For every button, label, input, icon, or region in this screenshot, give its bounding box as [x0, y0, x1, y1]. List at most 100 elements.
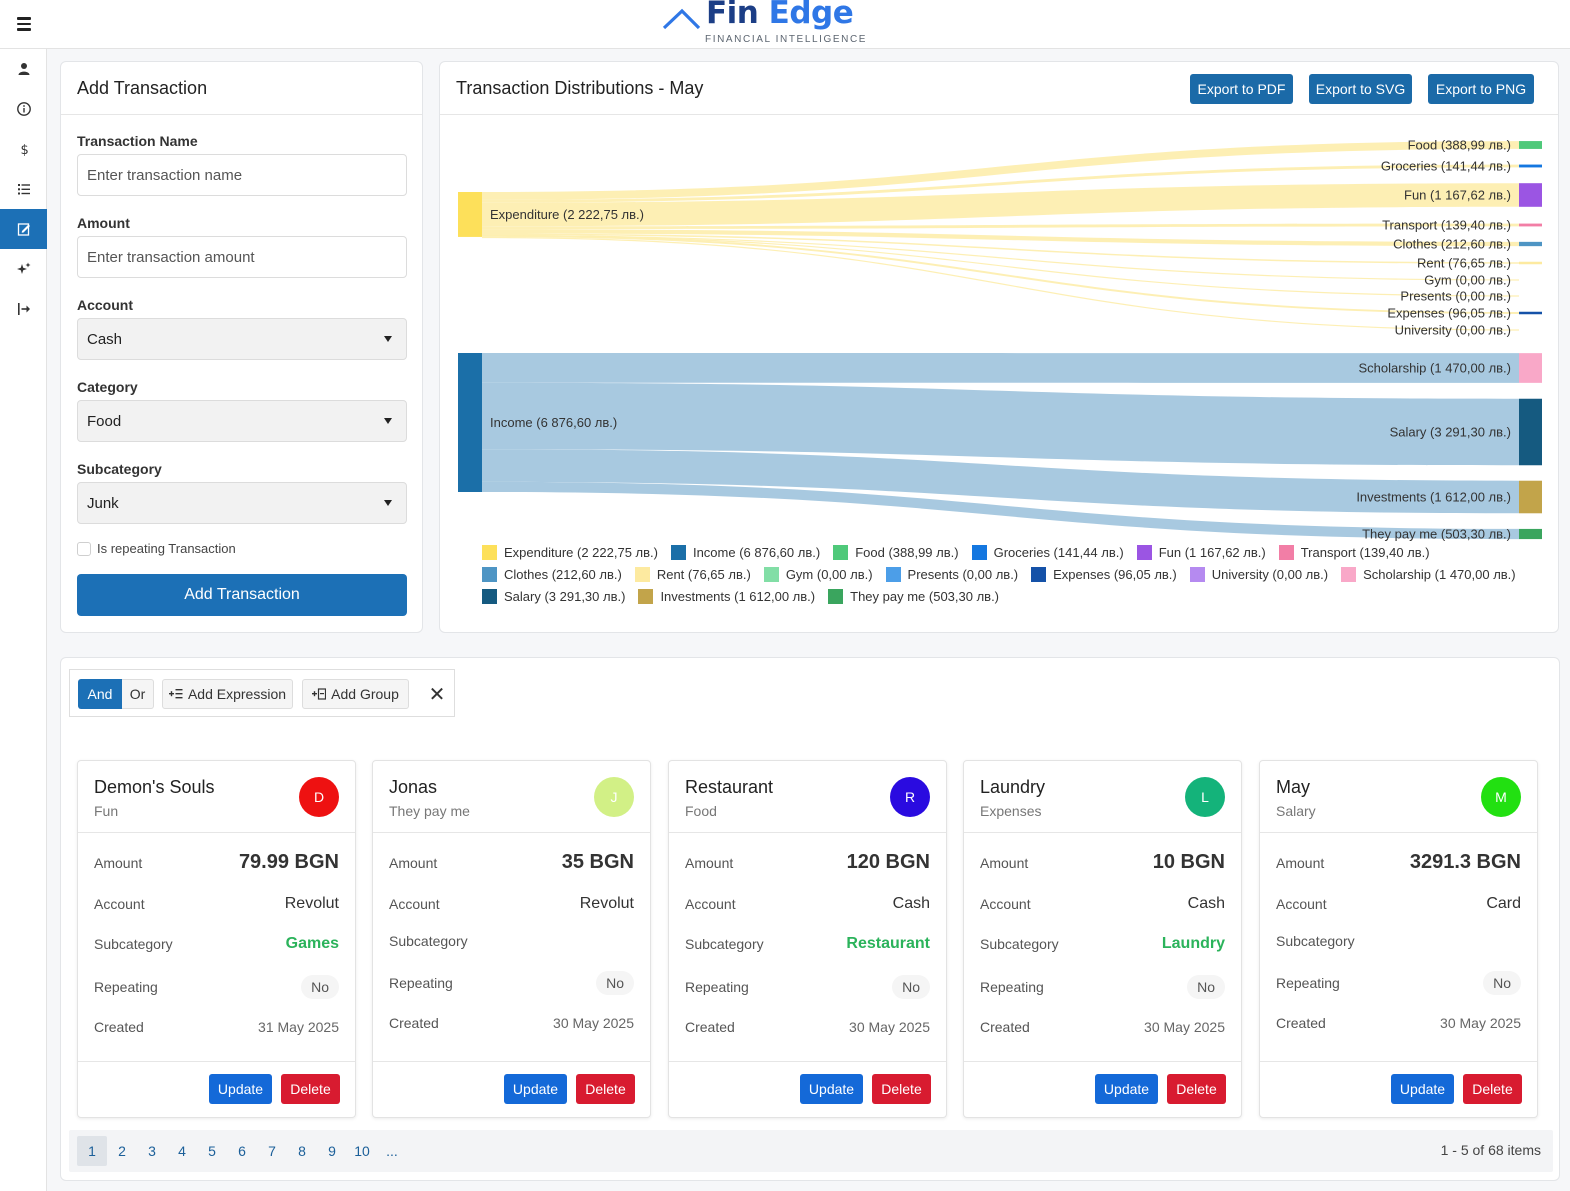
add-expression-icon: [168, 689, 183, 699]
repeating-label: Repeating: [980, 979, 1044, 995]
legend-item[interactable]: Gym (0,00 лв.): [763, 566, 873, 582]
sankey-node-scholarship[interactable]: [1519, 353, 1542, 383]
legend-item[interactable]: Transport (139,40 лв.): [1278, 544, 1430, 560]
sankey-node-investments[interactable]: [1519, 480, 1542, 514]
account-select[interactable]: Cash: [77, 318, 407, 360]
page-3-link[interactable]: 3: [137, 1136, 167, 1166]
legend-item[interactable]: Clothes (212,60 лв.): [482, 566, 622, 582]
amount-input[interactable]: Enter transaction amount: [77, 236, 407, 278]
update-button[interactable]: Update: [1391, 1074, 1454, 1104]
export-png-button[interactable]: Export to PNG: [1428, 74, 1534, 104]
sankey-node-groceries[interactable]: [1519, 164, 1542, 168]
legend-item[interactable]: Scholarship (1 470,00 лв.): [1341, 566, 1516, 582]
delete-button[interactable]: Delete: [281, 1074, 340, 1104]
add-transaction-button[interactable]: Add Transaction: [77, 574, 407, 616]
legend-item[interactable]: Fun (1 167,62 лв.): [1136, 544, 1266, 560]
subcategory-label: Subcategory: [77, 461, 162, 477]
category-select[interactable]: Food: [77, 400, 407, 442]
repeating-badge: No: [1483, 971, 1521, 995]
amount-label: Amount: [94, 854, 143, 871]
page-4-link[interactable]: 4: [167, 1136, 197, 1166]
legend-item[interactable]: Food (388,99 лв.): [833, 544, 959, 560]
sankey-node-expenses[interactable]: [1519, 311, 1542, 315]
add-group-button[interactable]: Add Group: [302, 679, 409, 709]
legend-item[interactable]: Expenditure (2 222,75 лв.): [482, 544, 658, 560]
subcategory-select[interactable]: Junk: [77, 482, 407, 524]
page-5-link[interactable]: 5: [197, 1136, 227, 1166]
update-button[interactable]: Update: [209, 1074, 272, 1104]
transaction-card: May Salary M Amount 3291.3 BGN Account Card Sub…: [1259, 760, 1538, 1118]
card-category: Salary: [1276, 803, 1316, 819]
amount-placeholder: Enter transaction amount: [87, 248, 255, 266]
sidebar-item-list[interactable]: [0, 169, 47, 209]
update-button[interactable]: Update: [800, 1074, 863, 1104]
legend-label: Transport (139,40 лв.): [1300, 544, 1430, 560]
sidebar-item-ai[interactable]: [0, 249, 47, 289]
page-10-link[interactable]: 10: [347, 1136, 377, 1166]
logo-wordmark: Fin Edge: [706, 0, 854, 31]
created-label: Created: [94, 1019, 144, 1035]
hamburger-menu-icon[interactable]: [10, 10, 38, 38]
page-1-link[interactable]: 1: [77, 1136, 107, 1166]
sankey-node-income[interactable]: [458, 353, 482, 492]
add-expression-button[interactable]: Add Expression: [162, 679, 293, 709]
legend-label: They pay me (503,30 лв.): [850, 588, 1000, 604]
account-row: Account Cash: [685, 895, 930, 913]
sankey-node-expenditure[interactable]: [458, 192, 482, 237]
sankey-node-fun[interactable]: [1519, 183, 1542, 207]
sidebar-item-info[interactable]: [0, 89, 47, 129]
legend-item[interactable]: Rent (76,65 лв.): [634, 566, 751, 582]
add-group-label: Add Group: [331, 686, 399, 702]
sankey-node-label: Investments (1 612,00 лв.): [1356, 490, 1511, 505]
page-6-link[interactable]: 6: [227, 1136, 257, 1166]
add-expression-label: Add Expression: [187, 686, 287, 702]
page-9-link[interactable]: 9: [317, 1136, 347, 1166]
card-header: Demon's Souls Fun D: [78, 761, 355, 833]
and-toggle[interactable]: And: [78, 679, 122, 709]
legend-item[interactable]: Income (6 876,60 лв.): [670, 544, 820, 560]
export-pdf-button[interactable]: Export to PDF: [1190, 74, 1293, 104]
sankey-node-transport[interactable]: [1519, 223, 1542, 227]
sidebar-item-profile[interactable]: [0, 49, 47, 89]
legend-item[interactable]: Groceries (141,44 лв.): [971, 544, 1124, 560]
sankey-node-they-pay-me[interactable]: [1519, 528, 1542, 540]
repeating-row: Repeating No: [389, 971, 634, 995]
page-7-link[interactable]: 7: [257, 1136, 287, 1166]
or-toggle[interactable]: Or: [122, 679, 154, 709]
legend-item[interactable]: Presents (0,00 лв.): [885, 566, 1018, 582]
transaction-name-input[interactable]: Enter transaction name: [77, 154, 407, 196]
created-date: 31 May 2025: [258, 1019, 339, 1035]
delete-button[interactable]: Delete: [1167, 1074, 1226, 1104]
legend-item[interactable]: Expenses (96,05 лв.): [1031, 566, 1177, 582]
clear-filter-close-icon[interactable]: ✕: [422, 679, 452, 709]
sidebar-item-logout[interactable]: [0, 289, 47, 329]
export-svg-button[interactable]: Export to SVG: [1309, 74, 1412, 104]
svg-text:$: $: [20, 143, 28, 157]
sidebar-item-transactions[interactable]: [0, 209, 47, 249]
transaction-card: Demon's Souls Fun D Amount 79.99 BGN Account R…: [77, 760, 356, 1118]
delete-button[interactable]: Delete: [872, 1074, 931, 1104]
update-button[interactable]: Update: [1095, 1074, 1158, 1104]
sankey-link-university[interactable]: [482, 236, 1519, 331]
sankey-node-food[interactable]: [1519, 141, 1542, 149]
sidebar-item-finances[interactable]: $: [0, 129, 47, 169]
legend-item[interactable]: They pay me (503,30 лв.): [828, 588, 999, 604]
page-2-link[interactable]: 2: [107, 1136, 137, 1166]
legend-item[interactable]: Investments (1 612,00 лв.): [638, 588, 815, 604]
page-ellipsis-link[interactable]: ...: [377, 1136, 407, 1166]
sankey-link-expenses[interactable]: [482, 234, 1519, 314]
repeating-checkbox[interactable]: [77, 541, 91, 556]
subcategory-value: Laundry: [1161, 935, 1225, 952]
legend-item[interactable]: Salary (3 291,30 лв.): [482, 588, 625, 604]
sankey-node-clothes[interactable]: [1519, 241, 1542, 247]
page-8-link[interactable]: 8: [287, 1136, 317, 1166]
subcategory-row: Subcategory Laundry: [980, 935, 1225, 953]
sankey-node-rent[interactable]: [1519, 261, 1542, 265]
delete-button[interactable]: Delete: [1463, 1074, 1522, 1104]
app-logo[interactable]: Fin Edge FINANCIAL INTELLIGENCE: [662, 0, 865, 48]
legend-item[interactable]: University (0,00 лв.): [1189, 566, 1328, 582]
delete-button[interactable]: Delete: [576, 1074, 635, 1104]
sankey-node-salary[interactable]: [1519, 398, 1542, 466]
card-title: May: [1276, 777, 1311, 797]
update-button[interactable]: Update: [504, 1074, 567, 1104]
